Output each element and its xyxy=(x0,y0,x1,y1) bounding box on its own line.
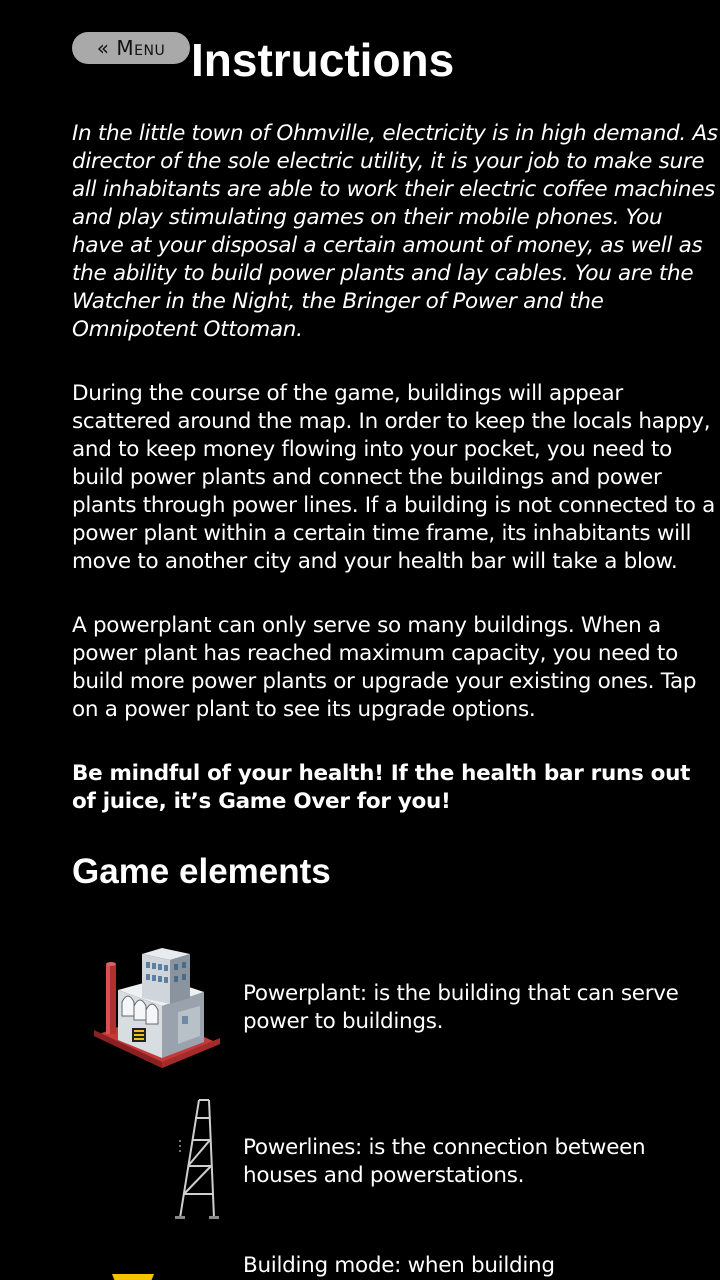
building-mode-icon xyxy=(112,1274,154,1280)
page-title: Instructions xyxy=(191,34,455,86)
game-element-building-mode: Building mode: when building xyxy=(72,1250,718,1280)
powerplant-description: Powerplant: is the building that can ser… xyxy=(243,981,679,1034)
powerplant-icon xyxy=(94,948,220,1068)
health-warning-paragraph: Be mindful of your health! If the health… xyxy=(72,761,691,814)
game-element-powerplant: Powerplant: is the building that can ser… xyxy=(72,940,718,1080)
instructions-content: In the little town of Ohmville, electric… xyxy=(72,120,718,852)
powerline-icon xyxy=(175,1099,219,1219)
game-elements-heading: Game elements xyxy=(72,852,331,891)
powerline-description: Powerlines: is the connection between ho… xyxy=(243,1135,646,1188)
game-element-powerline: Powerlines: is the connection between ho… xyxy=(72,1094,718,1226)
intro-paragraph: In the little town of Ohmville, electric… xyxy=(72,121,718,342)
menu-back-button[interactable]: « Menu xyxy=(72,32,190,64)
building-mode-description: Building mode: when building xyxy=(243,1253,555,1278)
capacity-paragraph: A powerplant can only serve so many buil… xyxy=(72,613,697,722)
gameplay-paragraph: During the course of the game, buildings… xyxy=(72,381,716,574)
